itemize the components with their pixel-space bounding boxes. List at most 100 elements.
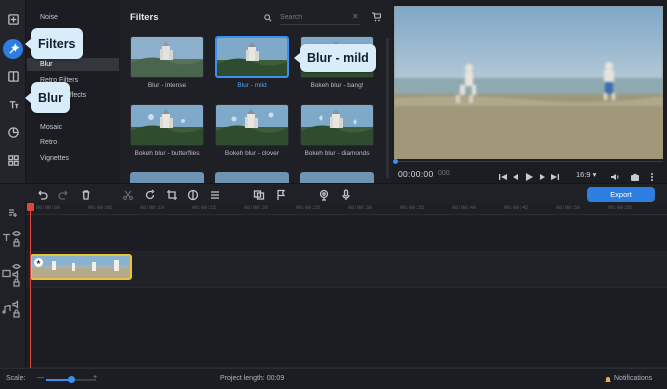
player-controls: 00:00:00 000 16:9 ▾ bbox=[393, 159, 663, 183]
import-icon[interactable] bbox=[3, 9, 23, 29]
callout-blur-mild: Blur - mild bbox=[294, 44, 376, 72]
audio-track[interactable] bbox=[26, 288, 667, 368]
clear-search-icon[interactable]: ✕ bbox=[352, 12, 359, 21]
timeline: 00:00:00 00:00:05 00:00:10 00:00:15 00:00:20… bbox=[0, 203, 667, 368]
ruler-tick-label: 00:00:20 bbox=[244, 205, 269, 211]
project-length: Project length: 00:09 bbox=[220, 375, 285, 382]
filters-wand-icon[interactable] bbox=[3, 39, 23, 59]
filter-tile-blur-mild[interactable]: Blur - mild bbox=[215, 36, 289, 89]
category-vignettes[interactable]: Vignettes bbox=[40, 155, 69, 162]
aspect-ratio-select[interactable]: 16:9 ▾ bbox=[576, 170, 596, 179]
notification-bell-icon[interactable] bbox=[604, 375, 612, 383]
microphone-icon[interactable] bbox=[340, 188, 352, 200]
ruler-tick-label: 00:00:50 bbox=[556, 205, 581, 211]
zoom-in-icon[interactable]: + bbox=[93, 374, 97, 381]
go-to-end-icon[interactable] bbox=[550, 169, 560, 180]
castle-thumbnail bbox=[215, 104, 289, 146]
play-icon[interactable] bbox=[524, 169, 534, 181]
ruler-tick-label: 00:00:25 bbox=[296, 205, 321, 211]
filter-tile-label: Bokeh blur - diamonds bbox=[304, 150, 370, 157]
side-rail bbox=[0, 0, 26, 183]
filter-tile-partial[interactable] bbox=[300, 172, 374, 183]
seek-handle[interactable] bbox=[393, 159, 398, 164]
category-noise[interactable]: Noise bbox=[40, 14, 58, 21]
ruler-tick-label: 00:00:10 bbox=[140, 205, 165, 211]
filter-tile-label: Bokeh blur - bang! bbox=[310, 82, 364, 89]
category-mosaic[interactable]: Mosaic bbox=[40, 124, 62, 131]
filter-tile-partial[interactable] bbox=[130, 172, 204, 183]
overlay-icon[interactable] bbox=[253, 188, 265, 200]
title-track[interactable] bbox=[26, 216, 667, 252]
color-adjust-icon[interactable] bbox=[187, 188, 199, 201]
callout-filters: Filters bbox=[25, 28, 83, 59]
add-track-icon[interactable] bbox=[8, 204, 17, 217]
audio-track-icon bbox=[2, 301, 11, 314]
ruler-tick-label: 00:00:40 bbox=[452, 205, 477, 211]
visibility-eye-icon[interactable] bbox=[12, 225, 21, 236]
store-cart-icon[interactable] bbox=[371, 12, 381, 22]
lock-icon[interactable] bbox=[12, 274, 21, 287]
snapshot-camera-icon[interactable] bbox=[630, 169, 640, 181]
time-ruler[interactable]: 00:00:00 00:00:05 00:00:10 00:00:15 00:00:20… bbox=[0, 203, 667, 215]
ruler-tick-label: 00:00:05 bbox=[88, 205, 113, 211]
more-options-icon[interactable] bbox=[647, 169, 657, 181]
filter-tile-bokeh-butterflies[interactable]: Bokeh blur - butterflies bbox=[130, 104, 204, 157]
seek-bar[interactable] bbox=[394, 161, 663, 162]
filter-tile-label: Bokeh blur - butterflies bbox=[134, 150, 200, 157]
castle-thumbnail bbox=[130, 36, 204, 78]
go-to-start-icon[interactable] bbox=[498, 169, 508, 180]
playhead-handle[interactable] bbox=[27, 203, 34, 211]
mute-speaker-icon[interactable] bbox=[12, 296, 21, 309]
status-bar: Scale: — + Project length: 00:09 Notific… bbox=[0, 368, 667, 389]
search-input[interactable] bbox=[280, 11, 360, 25]
filters-title: Filters bbox=[130, 12, 159, 23]
filter-tile-bokeh-diamonds[interactable]: Bokeh blur - diamonds bbox=[300, 104, 374, 157]
timecode: 00:00:00 bbox=[398, 169, 434, 179]
ruler-tick-label: 00:00:00 bbox=[36, 205, 61, 211]
webcam-icon[interactable] bbox=[318, 188, 330, 201]
title-track-icon bbox=[2, 229, 11, 241]
clip-properties-icon[interactable] bbox=[209, 188, 221, 200]
filter-tile-blur-intense[interactable]: Blur - intense bbox=[130, 36, 204, 89]
filter-tile-label: Bokeh blur - clover bbox=[224, 150, 280, 157]
timecode-ms: 000 bbox=[438, 170, 450, 177]
stickers-icon[interactable] bbox=[3, 122, 23, 142]
scale-slider-handle[interactable] bbox=[68, 376, 75, 383]
volume-icon[interactable] bbox=[610, 169, 620, 180]
zoom-out-icon[interactable]: — bbox=[37, 374, 44, 381]
video-track-icon bbox=[2, 265, 11, 278]
ruler-tick-label: 00:00:15 bbox=[192, 205, 217, 211]
filter-tile-label: Blur - mild bbox=[237, 82, 267, 89]
filters-scrollbar[interactable] bbox=[386, 38, 389, 178]
cut-icon[interactable] bbox=[122, 188, 134, 201]
track-headers bbox=[0, 203, 26, 368]
filter-tile-bokeh-clover[interactable]: Bokeh blur - clover bbox=[215, 104, 289, 157]
video-clip[interactable]: ★ bbox=[30, 254, 132, 280]
delete-icon[interactable] bbox=[80, 188, 92, 200]
redo-icon[interactable] bbox=[58, 188, 70, 200]
clip-effect-star-icon: ★ bbox=[34, 258, 43, 267]
notifications-link[interactable]: Notifications bbox=[614, 375, 652, 382]
category-blur[interactable]: Blur bbox=[40, 61, 52, 68]
category-retro[interactable]: Retro bbox=[40, 139, 57, 146]
castle-thumbnail bbox=[300, 104, 374, 146]
undo-icon[interactable] bbox=[36, 188, 48, 200]
lock-icon[interactable] bbox=[12, 234, 21, 247]
next-frame-icon[interactable] bbox=[537, 169, 547, 180]
search-icon[interactable] bbox=[264, 14, 272, 22]
ruler-tick-label: 00:00:55 bbox=[608, 205, 633, 211]
marker-flag-icon[interactable] bbox=[275, 188, 287, 200]
transitions-icon[interactable] bbox=[3, 66, 23, 86]
ruler-tick-label: 00:00:45 bbox=[504, 205, 529, 211]
crop-icon[interactable] bbox=[166, 188, 178, 200]
more-tools-grid-icon[interactable] bbox=[3, 150, 23, 170]
lock-icon[interactable] bbox=[12, 305, 21, 318]
filter-tile-partial[interactable] bbox=[215, 172, 289, 183]
previous-frame-icon[interactable] bbox=[511, 169, 521, 180]
export-button[interactable]: Export bbox=[587, 187, 655, 202]
rotate-icon[interactable] bbox=[144, 188, 156, 200]
titles-icon[interactable] bbox=[3, 94, 23, 114]
playhead[interactable] bbox=[30, 203, 31, 368]
filters-panel: Filters ✕ Blur - intense Blur - mild Bok… bbox=[120, 0, 392, 183]
callout-blur: Blur bbox=[25, 82, 70, 113]
